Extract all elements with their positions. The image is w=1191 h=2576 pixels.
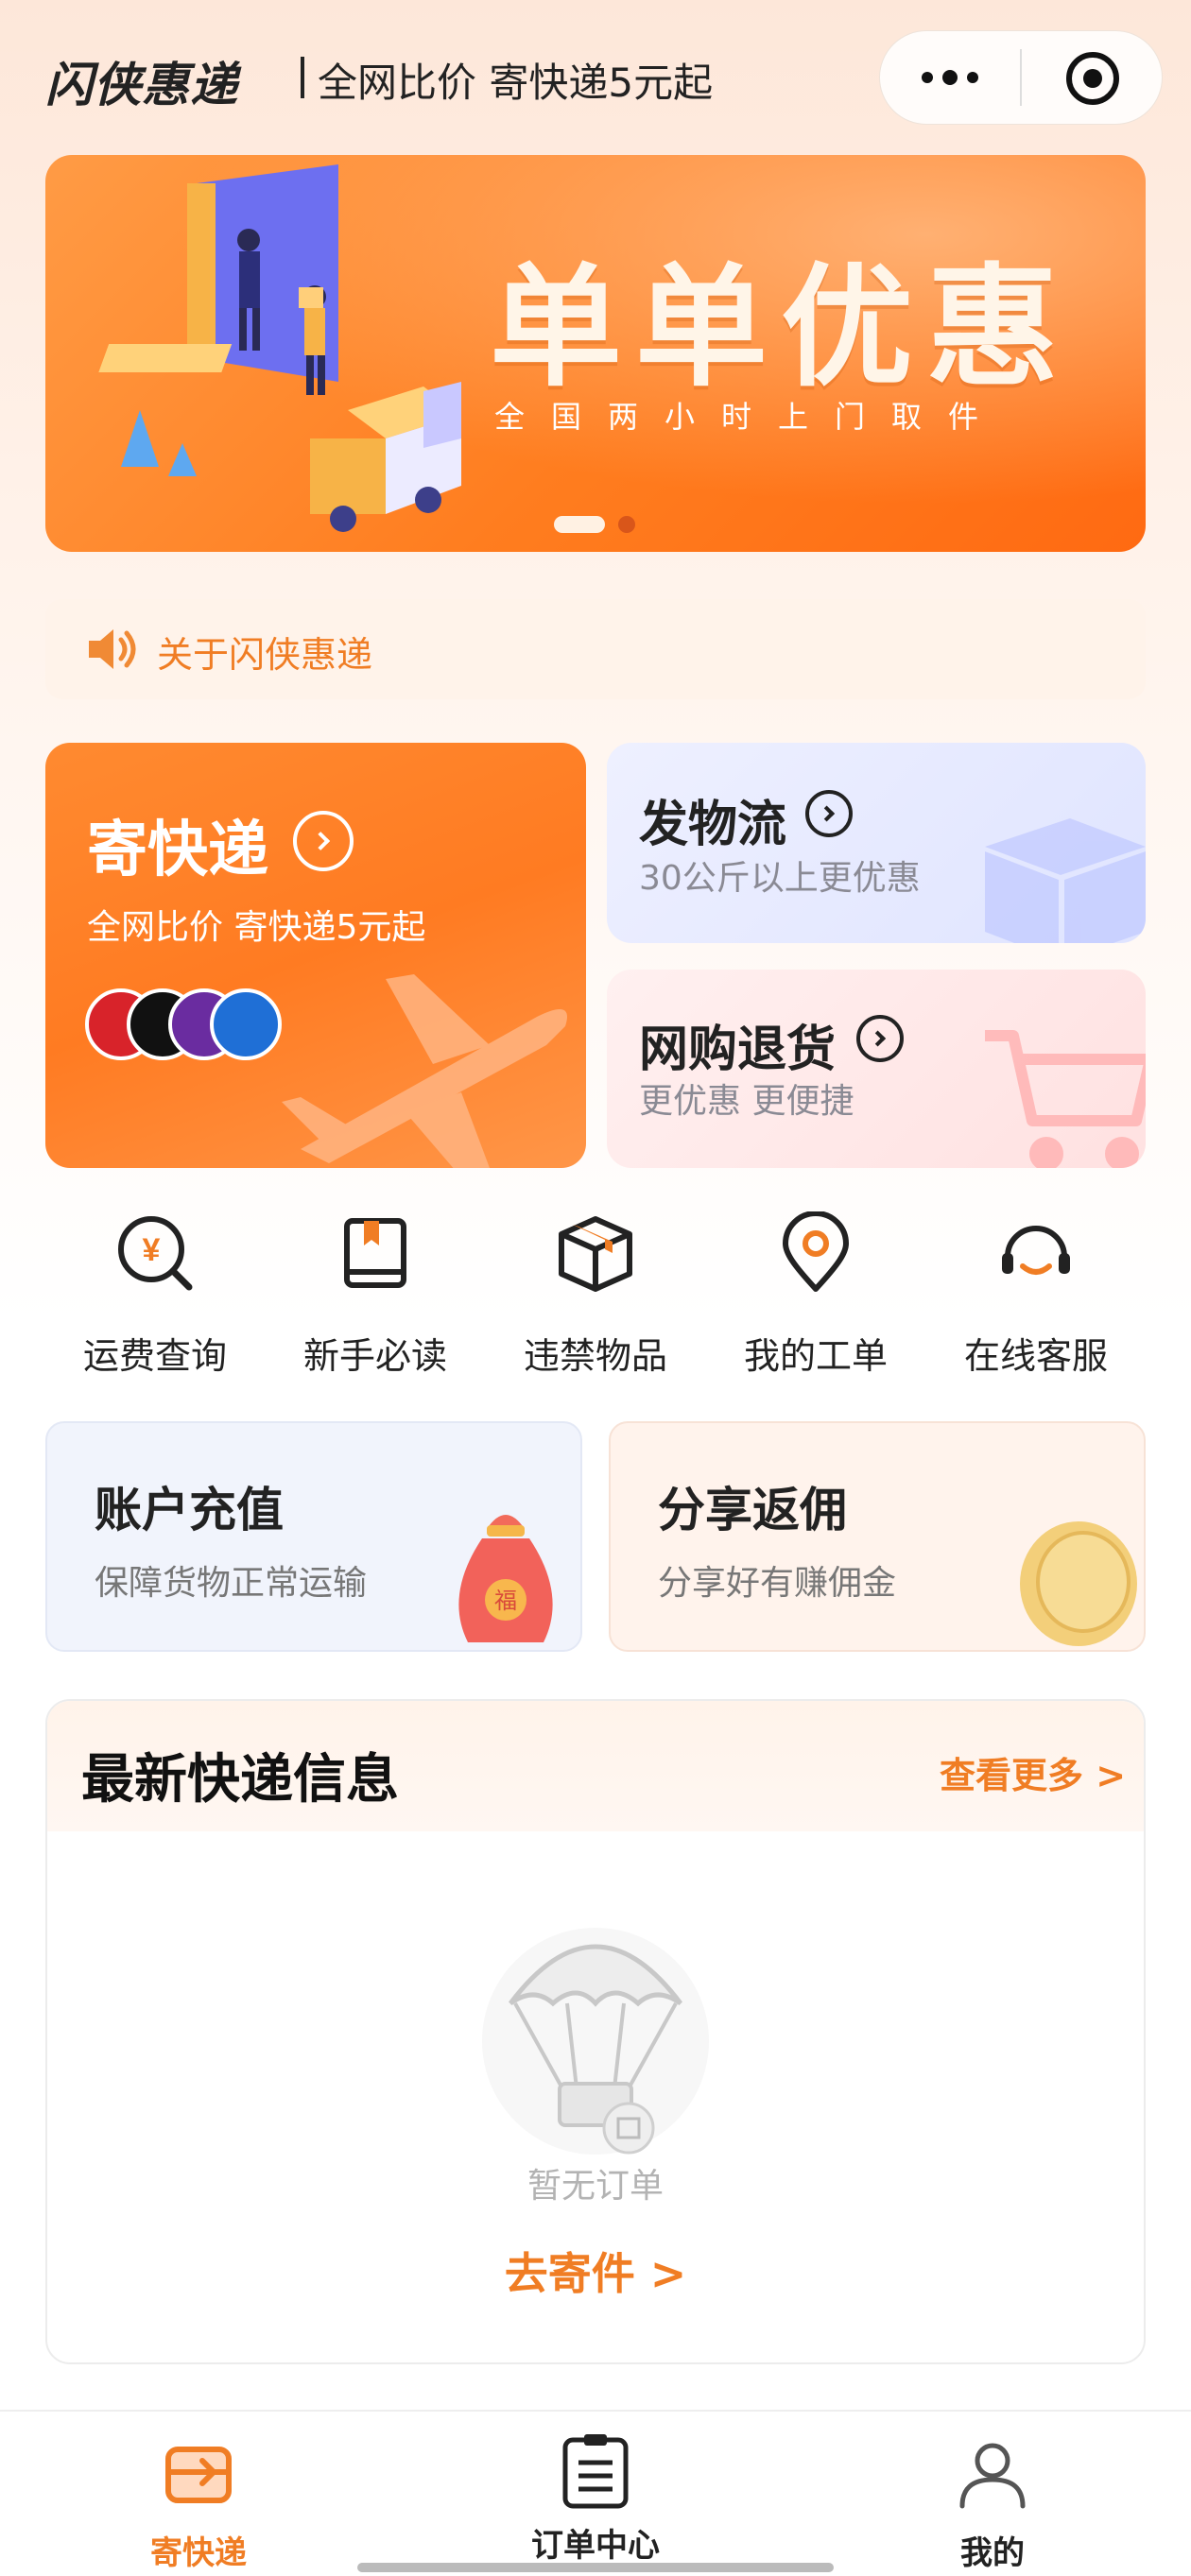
online-return-subtitle: 更优惠 更便捷: [639, 1082, 854, 1121]
menu-my-tickets[interactable]: 我的工单: [721, 1211, 910, 1379]
svg-text:福: 福: [494, 1589, 517, 1614]
send-express-title: 寄快递: [87, 816, 268, 885]
gold-coin-icon: [1020, 1521, 1137, 1646]
header-divider: [301, 57, 304, 98]
share-commission-card[interactable]: 分享返佣 分享好有赚佣金: [609, 1421, 1146, 1652]
chevron-right-icon: [856, 1015, 904, 1062]
carousel-indicator-active: [554, 516, 605, 533]
panel-title: 最新快递信息: [81, 1749, 399, 1811]
courier-logo-icon: [210, 988, 282, 1060]
online-return-title: 网购退货: [639, 1022, 837, 1078]
menu-label: 在线客服: [963, 1335, 1108, 1377]
tab-mine[interactable]: 我的: [851, 2438, 1134, 2573]
banner-subtitle: 全国两小时上门取件: [494, 399, 1006, 435]
view-more-link[interactable]: 查看更多 >: [940, 1746, 1126, 1798]
freight-title: 发物流: [639, 797, 787, 853]
carousel-indicator: [618, 516, 635, 533]
banner-title: 单单优惠: [490, 251, 1073, 405]
banner-illustration: [98, 164, 461, 532]
topup-subtitle: 保障货物正常运输: [95, 1564, 368, 1603]
tab-label: 我的: [960, 2534, 1025, 2572]
svg-text:¥: ¥: [143, 1232, 161, 1268]
airplane-icon: [282, 974, 567, 1168]
notice-text: 关于闪侠惠递: [157, 634, 373, 676]
send-express-subtitle: 全网比价 寄快递5元起: [87, 908, 426, 947]
menu-label: 违禁物品: [523, 1335, 667, 1377]
headset-icon: [1002, 1226, 1070, 1275]
menu-label: 我的工单: [743, 1335, 888, 1377]
share-title: 分享返佣: [658, 1483, 847, 1537]
menu-prohibited-items[interactable]: 违禁物品: [501, 1211, 690, 1379]
menu-online-support[interactable]: 在线客服: [941, 1211, 1131, 1379]
tab-order-center[interactable]: 订单中心: [454, 2430, 737, 2566]
chevron-right-icon: [805, 790, 853, 837]
menu-label: 新手必读: [302, 1335, 447, 1377]
shopping-cart-icon: [985, 1030, 1146, 1168]
account-topup-card[interactable]: 账户充值 保障货物正常运输 福: [45, 1421, 582, 1652]
book-icon: [344, 1218, 406, 1288]
tab-label: 订单中心: [531, 2527, 660, 2565]
courier-logos: [85, 988, 312, 1060]
speaker-icon: [89, 629, 136, 669]
freight-subtitle: 30公斤以上更优惠: [639, 859, 921, 898]
menu-beginner-guide[interactable]: 新手必读: [281, 1211, 470, 1379]
close-miniprogram-icon[interactable]: [1066, 52, 1119, 105]
topup-title: 账户充值: [95, 1483, 284, 1537]
more-options-icon[interactable]: [912, 59, 988, 96]
box-icon: [559, 1216, 632, 1292]
location-pin-icon: [783, 1211, 849, 1292]
clipboard-icon: [562, 2434, 629, 2509]
chevron-right-icon: [293, 811, 354, 871]
tab-send-express[interactable]: 寄快递: [57, 2438, 340, 2573]
package-icon: [985, 818, 1146, 943]
user-icon: [959, 2443, 1026, 2509]
menu-shipping-fee-query[interactable]: ¥ 运费查询: [60, 1211, 250, 1379]
promo-banner[interactable]: 单单优惠 全国两小时上门取件: [45, 155, 1146, 552]
menu-label: 运费查询: [82, 1335, 227, 1377]
parachute-package-icon: [482, 1928, 709, 2155]
yen-search-icon: ¥: [118, 1216, 193, 1291]
share-subtitle: 分享好有赚佣金: [658, 1564, 897, 1603]
header-slogan: 全网比价 寄快递5元起: [318, 60, 714, 106]
go-send-link[interactable]: 去寄件 >: [0, 2240, 1191, 2302]
tab-label: 寄快递: [150, 2534, 247, 2572]
money-bag-icon: 福: [458, 1515, 553, 1642]
empty-orders-text: 暂无订单: [526, 2167, 664, 2206]
capsule-divider: [1020, 49, 1022, 106]
send-parcel-icon: [165, 2447, 232, 2503]
home-indicator: [357, 2563, 834, 2572]
brand-logo: 闪侠惠递: [45, 58, 238, 112]
